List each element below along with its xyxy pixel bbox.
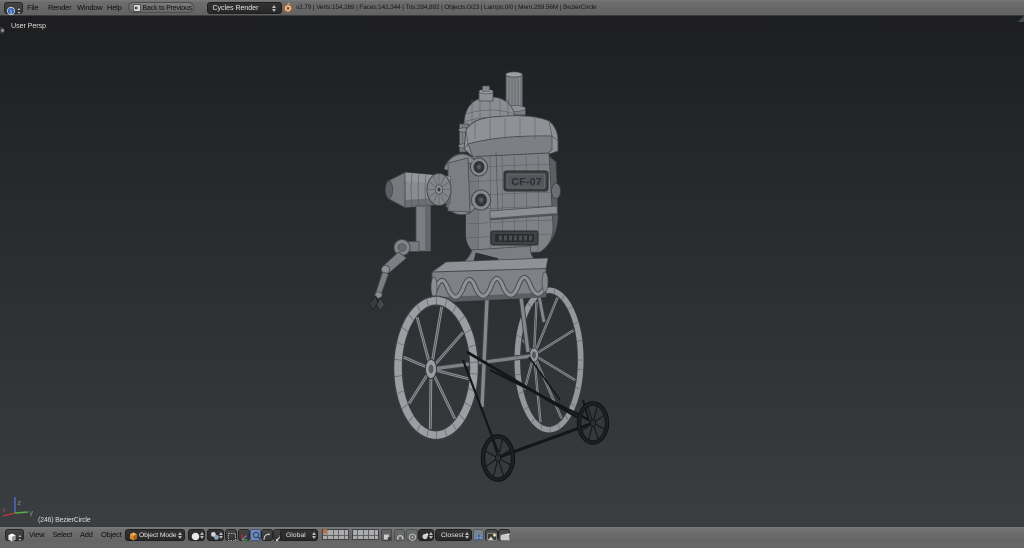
svg-text:CF-07: CF-07 <box>511 176 542 188</box>
svg-text:i: i <box>10 8 12 15</box>
